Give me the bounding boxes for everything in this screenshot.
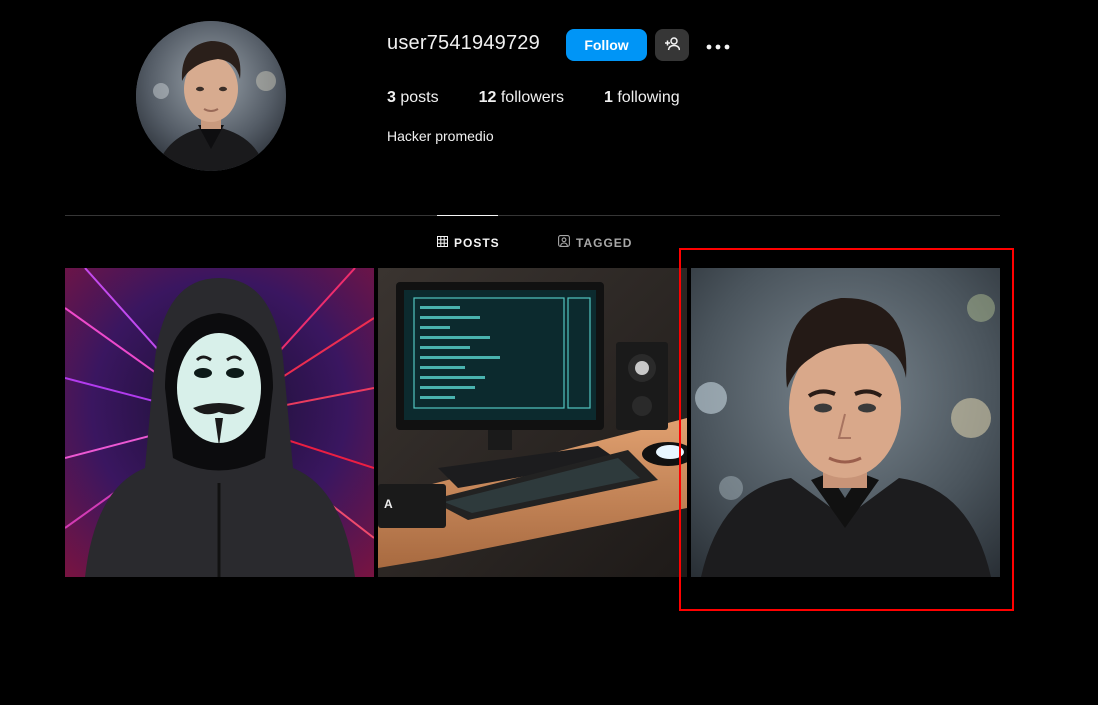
following-count: 1	[604, 89, 613, 106]
posts-stat: 3 posts	[387, 89, 439, 107]
tab-posts[interactable]: POSTS	[437, 215, 500, 269]
following-stat[interactable]: 1 following	[604, 89, 680, 107]
more-options-button[interactable]	[703, 30, 733, 60]
profile-avatar[interactable]	[136, 21, 286, 171]
tab-tagged-label: TAGGED	[576, 235, 633, 250]
svg-text:A: A	[384, 497, 393, 511]
profile-page: user7541949729 Follow 3 posts 12 followe…	[0, 0, 1098, 705]
following-label: following	[617, 89, 680, 106]
tab-divider	[65, 215, 1000, 216]
follow-button[interactable]: Follow	[566, 29, 647, 61]
post-thumbnail[interactable]: A	[378, 268, 687, 577]
profile-username: user7541949729	[387, 32, 540, 54]
grid-icon	[437, 235, 454, 250]
suggest-similar-button[interactable]	[655, 29, 689, 61]
followers-stat[interactable]: 12 followers	[479, 89, 564, 107]
post-thumbnail[interactable]	[691, 268, 1000, 577]
followers-label: followers	[500, 89, 564, 106]
add-person-icon	[664, 36, 681, 55]
more-options-icon	[706, 38, 730, 53]
tag-person-icon	[558, 235, 576, 250]
followers-count: 12	[478, 89, 497, 106]
tab-tagged[interactable]: TAGGED	[558, 216, 632, 269]
posts-label: posts	[400, 89, 439, 106]
profile-stats: 3 posts 12 followers 1 following	[387, 89, 720, 107]
posts-count: 3	[387, 89, 396, 106]
profile-bio: Hacker promedio	[387, 128, 494, 144]
post-thumbnail[interactable]	[65, 268, 374, 577]
tab-posts-label: POSTS	[454, 235, 500, 250]
